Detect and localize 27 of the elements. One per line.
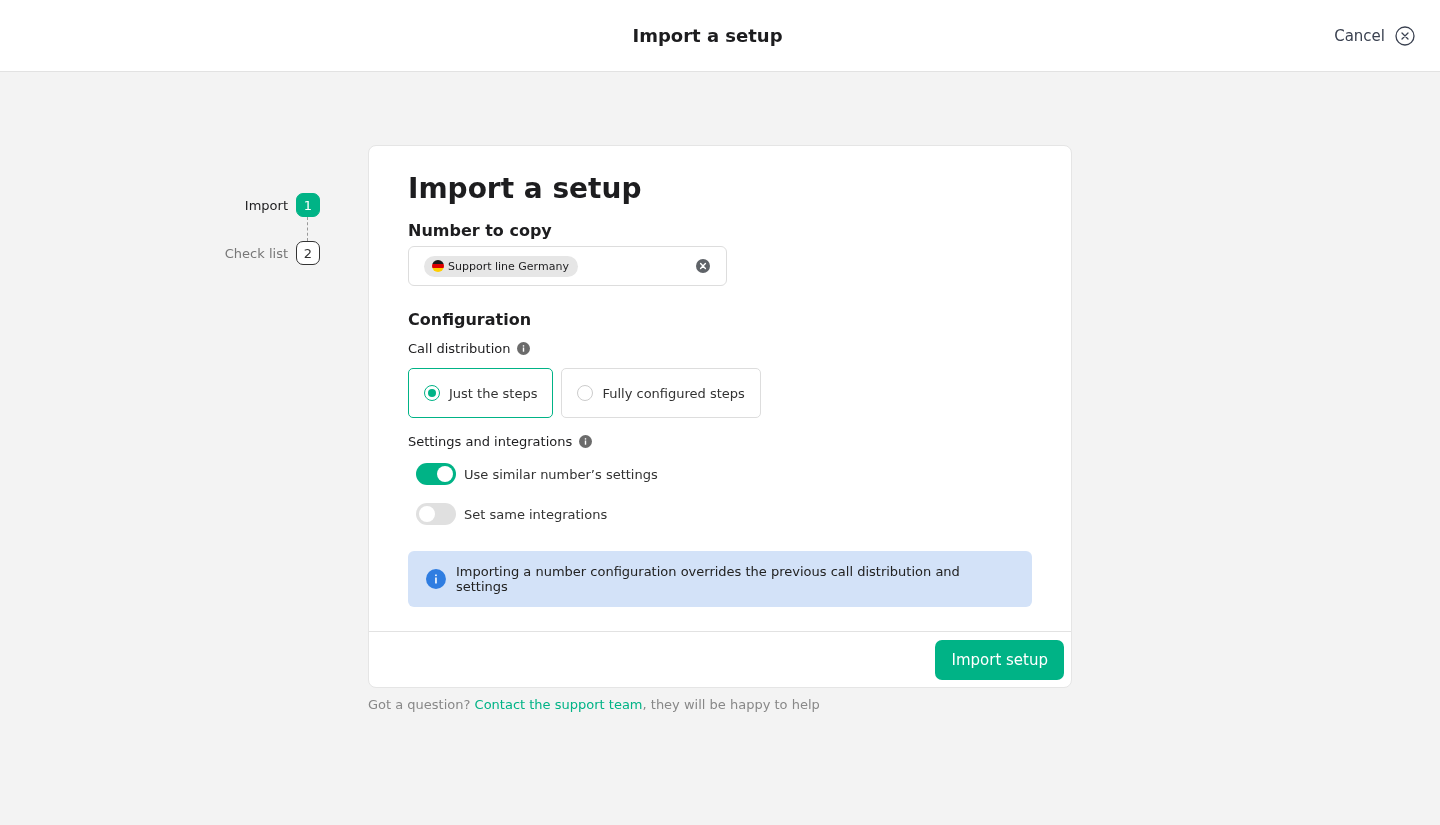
card-title: Import a setup [408,172,643,205]
section-title: Configuration [408,310,533,329]
step-label[interactable]: Import [244,197,288,213]
flag-icon [432,260,444,272]
toggle-switch[interactable] [416,503,456,525]
toggle-label: Use similar number’s settings [464,466,658,482]
clear-icon[interactable] [696,259,710,273]
radio-option[interactable]: Fully configured steps [561,368,761,418]
help-text: Got a question? Contact the support team, they will be happy to help [368,697,821,712]
group-label: Settings and integrations [408,434,573,449]
info-icon [426,569,446,589]
step-label[interactable]: Check list [224,245,288,261]
info-icon[interactable] [517,342,531,355]
step-number: 1 [296,193,320,217]
page-title: Import a setup [632,25,783,46]
banner-text: Importing a number configuration overrides the previous call distribution and settings [455,564,961,594]
close-icon[interactable] [1395,25,1415,46]
toggle-label: Set same integrations [464,506,608,522]
field-label: Number to copy [408,221,553,240]
info-icon[interactable] [579,435,593,448]
number-select-field[interactable]: Support line Germany [408,246,727,286]
group-label: Call distribution [408,341,511,356]
radio-option[interactable]: Just the steps [408,368,554,418]
cancel-button[interactable]: Cancel [1334,26,1385,45]
chip-label: Support line Germany [448,259,569,273]
step-number: 2 [296,241,320,265]
toggle-switch[interactable] [416,463,456,485]
